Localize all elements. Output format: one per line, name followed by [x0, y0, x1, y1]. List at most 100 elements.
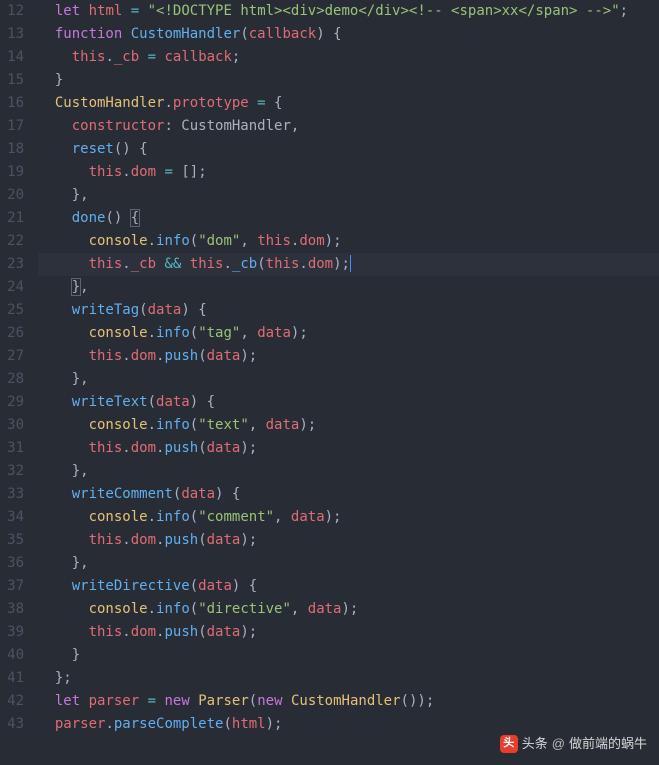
token-cl: console [89, 509, 148, 525]
token-pu: . [148, 325, 156, 341]
token-pr: dom [131, 624, 156, 640]
code-line[interactable]: console.info("text", data); [38, 414, 659, 437]
token-pu: , [80, 279, 88, 295]
token-pu: }; [55, 670, 72, 686]
token-pu: ) [190, 394, 198, 410]
code-line[interactable]: this.dom = []; [38, 161, 659, 184]
code-line[interactable]: }, [38, 184, 659, 207]
line-number: 20 [0, 184, 24, 207]
token-pr: data [257, 325, 291, 341]
token-pu: ( [249, 693, 257, 709]
token-pl [38, 256, 89, 272]
token-pu: . [148, 233, 156, 249]
token-cl: console [89, 325, 148, 341]
token-cl: console [89, 601, 148, 617]
code-line[interactable]: this.dom.push(data); [38, 437, 659, 460]
token-cl: console [89, 233, 148, 249]
token-pu: ); [266, 716, 283, 732]
token-pu: ( [198, 624, 206, 640]
token-va: this [89, 532, 123, 548]
token-pu: { [139, 141, 147, 157]
code-line[interactable]: console.info("comment", data); [38, 506, 659, 529]
code-line[interactable]: done() { [38, 207, 659, 230]
token-fn: reset [72, 141, 114, 157]
code-line[interactable]: }; [38, 667, 659, 690]
token-pu: ) [316, 26, 324, 42]
code-line[interactable]: }, [38, 552, 659, 575]
code-line[interactable]: CustomHandler.prototype = { [38, 92, 659, 115]
line-number: 27 [0, 345, 24, 368]
token-pl [38, 463, 72, 479]
code-line[interactable]: writeTag(data) { [38, 299, 659, 322]
token-pr: data [207, 624, 241, 640]
code-line[interactable]: writeDirective(data) { [38, 575, 659, 598]
code-line[interactable]: let parser = new Parser(new CustomHandle… [38, 690, 659, 713]
line-number: 14 [0, 46, 24, 69]
code-line[interactable]: writeComment(data) { [38, 483, 659, 506]
token-pu: ); [299, 417, 316, 433]
code-content[interactable]: let html = "<!DOCTYPE html><div>demo</di… [38, 0, 659, 736]
token-pr: data [207, 348, 241, 364]
token-kw: let [55, 3, 80, 19]
code-line[interactable]: console.info("tag", data); [38, 322, 659, 345]
token-pu: { [207, 394, 215, 410]
code-line[interactable]: let html = "<!DOCTYPE html><div>demo</di… [38, 0, 659, 23]
code-line[interactable]: }, [38, 276, 659, 299]
line-number: 12 [0, 0, 24, 23]
code-line[interactable]: } [38, 644, 659, 667]
code-line[interactable]: writeText(data) { [38, 391, 659, 414]
code-line[interactable]: constructor: CustomHandler, [38, 115, 659, 138]
token-pu: ); [240, 440, 257, 456]
token-pl [181, 256, 189, 272]
token-pr: dom [131, 164, 156, 180]
token-pu: , [240, 325, 257, 341]
token-cl: CustomHandler [55, 95, 165, 111]
token-pr: data [266, 417, 300, 433]
token-pr: callback [164, 49, 231, 65]
line-number: 33 [0, 483, 24, 506]
code-line[interactable]: reset() { [38, 138, 659, 161]
token-pu: }, [72, 463, 89, 479]
token-pr: data [291, 509, 325, 525]
token-kw: new [257, 693, 282, 709]
code-editor[interactable]: 1213141516171819202122232425262728293031… [0, 0, 659, 736]
token-pu: ( [223, 716, 231, 732]
code-line[interactable]: }, [38, 460, 659, 483]
token-pu: ( [190, 509, 198, 525]
token-pl [249, 95, 257, 111]
code-line[interactable]: console.info("directive", data); [38, 598, 659, 621]
token-cl: CustomHandler [291, 693, 401, 709]
token-pu: } [55, 72, 63, 88]
token-pu: ( [190, 233, 198, 249]
token-va: this [266, 256, 300, 272]
code-line[interactable]: this._cb && this._cb(this.dom); [38, 253, 659, 276]
token-pu: ); [240, 532, 257, 548]
line-number: 21 [0, 207, 24, 230]
code-line[interactable]: console.info("dom", this.dom); [38, 230, 659, 253]
token-pl [38, 141, 72, 157]
watermark-author: 做前端的蜗牛 [569, 732, 647, 755]
token-pu: ( [148, 394, 156, 410]
line-number: 42 [0, 690, 24, 713]
line-number: 43 [0, 713, 24, 736]
token-pl [266, 95, 274, 111]
code-line[interactable]: this.dom.push(data); [38, 345, 659, 368]
token-pr: _cb [131, 256, 156, 272]
token-st: "dom" [198, 233, 240, 249]
token-va: this [89, 624, 123, 640]
code-line[interactable]: this._cb = callback; [38, 46, 659, 69]
token-pl [240, 578, 248, 594]
code-line[interactable]: } [38, 69, 659, 92]
token-va: this [89, 440, 123, 456]
token-cl: console [89, 417, 148, 433]
line-number: 24 [0, 276, 24, 299]
token-pu: . [223, 256, 231, 272]
token-fn: push [164, 624, 198, 640]
code-line[interactable]: function CustomHandler(callback) { [38, 23, 659, 46]
code-line[interactable]: }, [38, 368, 659, 391]
token-pl [38, 3, 55, 19]
token-pu: , [249, 417, 266, 433]
code-line[interactable]: this.dom.push(data); [38, 621, 659, 644]
token-st: "<!DOCTYPE html><div>demo</div><!-- <spa… [148, 3, 620, 19]
code-line[interactable]: this.dom.push(data); [38, 529, 659, 552]
